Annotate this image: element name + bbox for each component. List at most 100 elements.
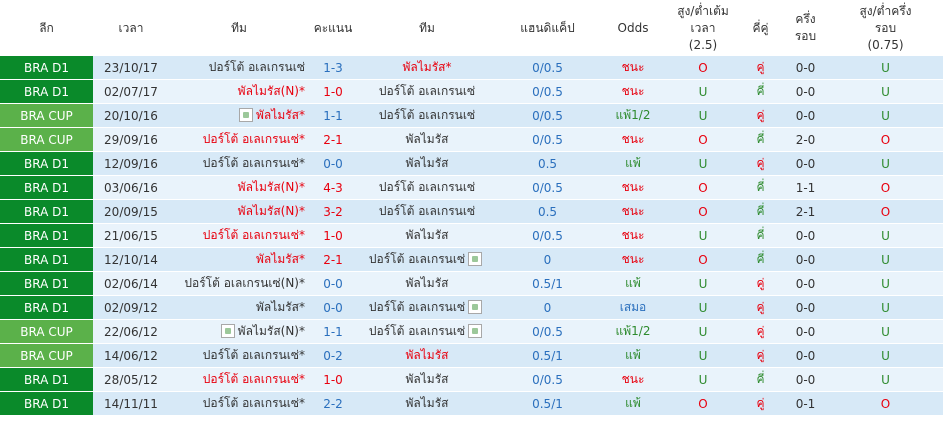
home-team-cell[interactable]: พัลไมรัส* bbox=[169, 103, 309, 128]
score-link[interactable]: 0-2 bbox=[323, 349, 343, 363]
home-team-name[interactable]: พัลไมรัส(N)* bbox=[238, 180, 305, 194]
home-team-name[interactable]: ปอร์โต้ อเลเกรนเซ่ bbox=[209, 60, 305, 74]
score-link[interactable]: 4-3 bbox=[323, 181, 343, 195]
score-link[interactable]: 1-1 bbox=[323, 109, 343, 123]
score-cell[interactable]: 1-0 bbox=[309, 367, 357, 392]
away-team-name[interactable]: พัลไมรัส* bbox=[403, 60, 452, 74]
score-link[interactable]: 2-2 bbox=[323, 397, 343, 411]
league-cell[interactable]: BRA CUP bbox=[0, 127, 93, 152]
league-cell[interactable]: BRA CUP bbox=[0, 319, 93, 344]
score-cell[interactable]: 1-1 bbox=[309, 103, 357, 128]
score-link[interactable]: 1-0 bbox=[323, 229, 343, 243]
home-team-cell[interactable]: ปอร์โต้ อเลเกรนเซ่* bbox=[169, 127, 309, 152]
home-team-name[interactable]: ปอร์โต้ อเลเกรนเซ่(N)* bbox=[184, 276, 305, 290]
score-link[interactable]: 2-1 bbox=[323, 133, 343, 147]
home-team-name[interactable]: พัลไมรัส* bbox=[256, 108, 305, 122]
league-cell[interactable]: BRA D1 bbox=[0, 271, 93, 296]
away-team-cell[interactable]: พัลไมรัส bbox=[357, 343, 497, 368]
home-team-cell[interactable]: ปอร์โต้ อเลเกรนเซ่* bbox=[169, 151, 309, 176]
away-team-cell[interactable]: ปอร์โต้ อเลเกรนเซ่ bbox=[357, 319, 497, 344]
score-cell[interactable]: 2-1 bbox=[309, 247, 357, 272]
score-cell[interactable]: 0-2 bbox=[309, 343, 357, 368]
away-team-cell[interactable]: พัลไมรัส* bbox=[357, 56, 497, 80]
league-cell[interactable]: BRA D1 bbox=[0, 223, 93, 248]
away-team-cell[interactable]: ปอร์โต้ อเลเกรนเซ่ bbox=[357, 79, 497, 104]
away-team-cell[interactable]: ปอร์โต้ อเลเกรนเซ่ bbox=[357, 247, 497, 272]
score-cell[interactable]: 4-3 bbox=[309, 175, 357, 200]
away-team-cell[interactable]: ปอร์โต้ อเลเกรนเซ่ bbox=[357, 103, 497, 128]
league-cell[interactable]: BRA D1 bbox=[0, 295, 93, 320]
away-team-name[interactable]: พัลไมรัส bbox=[406, 132, 449, 146]
away-team-name[interactable]: พัลไมรัส bbox=[406, 228, 449, 242]
home-team-name[interactable]: พัลไมรัส(N)* bbox=[238, 84, 305, 98]
home-team-name[interactable]: ปอร์โต้ อเลเกรนเซ่* bbox=[203, 228, 305, 242]
away-team-cell[interactable]: พัลไมรัส bbox=[357, 151, 497, 176]
home-team-name[interactable]: พัลไมรัส(N)* bbox=[238, 324, 305, 338]
score-cell[interactable]: 1-1 bbox=[309, 319, 357, 344]
home-team-name[interactable]: ปอร์โต้ อเลเกรนเซ่* bbox=[203, 156, 305, 170]
away-team-cell[interactable]: พัลไมรัส bbox=[357, 127, 497, 152]
league-cell[interactable]: BRA D1 bbox=[0, 175, 93, 200]
home-team-cell[interactable]: ปอร์โต้ อเลเกรนเซ่* bbox=[169, 391, 309, 416]
score-cell[interactable]: 1-0 bbox=[309, 223, 357, 248]
score-cell[interactable]: 2-2 bbox=[309, 391, 357, 416]
league-cell[interactable]: BRA D1 bbox=[0, 79, 93, 104]
home-team-cell[interactable]: พัลไมรัส(N)* bbox=[169, 199, 309, 224]
score-link[interactable]: 1-0 bbox=[323, 373, 343, 387]
score-link[interactable]: 1-3 bbox=[323, 61, 343, 75]
away-team-cell[interactable]: พัลไมรัส bbox=[357, 271, 497, 296]
league-cell[interactable]: BRA D1 bbox=[0, 56, 93, 80]
away-team-cell[interactable]: ปอร์โต้ อเลเกรนเซ่ bbox=[357, 175, 497, 200]
home-team-cell[interactable]: พัลไมรัส(N)* bbox=[169, 79, 309, 104]
home-team-cell[interactable]: ปอร์โต้ อเลเกรนเซ่* bbox=[169, 223, 309, 248]
away-team-name[interactable]: ปอร์โต้ อเลเกรนเซ่ bbox=[379, 108, 475, 122]
away-team-cell[interactable]: ปอร์โต้ อเลเกรนเซ่ bbox=[357, 295, 497, 320]
home-team-name[interactable]: พัลไมรัส* bbox=[256, 300, 305, 314]
home-team-cell[interactable]: ปอร์โต้ อเลเกรนเซ่* bbox=[169, 343, 309, 368]
away-team-cell[interactable]: พัลไมรัส bbox=[357, 223, 497, 248]
score-link[interactable]: 0-0 bbox=[323, 301, 343, 315]
score-link[interactable]: 2-1 bbox=[323, 253, 343, 267]
score-cell[interactable]: 0-0 bbox=[309, 295, 357, 320]
score-cell[interactable]: 2-1 bbox=[309, 127, 357, 152]
score-cell[interactable]: 3-2 bbox=[309, 199, 357, 224]
away-team-name[interactable]: พัลไมรัส bbox=[406, 372, 449, 386]
away-team-name[interactable]: ปอร์โต้ อเลเกรนเซ่ bbox=[379, 180, 475, 194]
score-cell[interactable]: 1-3 bbox=[309, 56, 357, 80]
home-team-name[interactable]: ปอร์โต้ อเลเกรนเซ่* bbox=[203, 348, 305, 362]
away-team-cell[interactable]: พัลไมรัส bbox=[357, 391, 497, 416]
away-team-name[interactable]: ปอร์โต้ อเลเกรนเซ่ bbox=[369, 324, 465, 338]
away-team-name[interactable]: ปอร์โต้ อเลเกรนเซ่ bbox=[369, 300, 465, 314]
league-cell[interactable]: BRA D1 bbox=[0, 151, 93, 176]
away-team-cell[interactable]: ปอร์โต้ อเลเกรนเซ่ bbox=[357, 199, 497, 224]
away-team-name[interactable]: พัลไมรัส bbox=[406, 348, 449, 362]
score-cell[interactable]: 0-0 bbox=[309, 151, 357, 176]
score-link[interactable]: 3-2 bbox=[323, 205, 343, 219]
score-link[interactable]: 0-0 bbox=[323, 157, 343, 171]
score-link[interactable]: 1-0 bbox=[323, 85, 343, 99]
home-team-name[interactable]: ปอร์โต้ อเลเกรนเซ่* bbox=[203, 132, 305, 146]
away-team-name[interactable]: พัลไมรัส bbox=[406, 396, 449, 410]
home-team-cell[interactable]: พัลไมรัส(N)* bbox=[169, 319, 309, 344]
league-cell[interactable]: BRA CUP bbox=[0, 343, 93, 368]
home-team-cell[interactable]: ปอร์โต้ อเลเกรนเซ่* bbox=[169, 367, 309, 392]
away-team-name[interactable]: พัลไมรัส bbox=[406, 156, 449, 170]
league-cell[interactable]: BRA CUP bbox=[0, 103, 93, 128]
score-cell[interactable]: 1-0 bbox=[309, 79, 357, 104]
league-cell[interactable]: BRA D1 bbox=[0, 247, 93, 272]
home-team-cell[interactable]: พัลไมรัส* bbox=[169, 247, 309, 272]
home-team-name[interactable]: ปอร์โต้ อเลเกรนเซ่* bbox=[203, 372, 305, 386]
away-team-name[interactable]: ปอร์โต้ อเลเกรนเซ่ bbox=[369, 252, 465, 266]
away-team-cell[interactable]: พัลไมรัส bbox=[357, 367, 497, 392]
away-team-name[interactable]: ปอร์โต้ อเลเกรนเซ่ bbox=[379, 204, 475, 218]
home-team-cell[interactable]: พัลไมรัส* bbox=[169, 295, 309, 320]
home-team-name[interactable]: พัลไมรัส(N)* bbox=[238, 204, 305, 218]
league-cell[interactable]: BRA D1 bbox=[0, 199, 93, 224]
score-link[interactable]: 0-0 bbox=[323, 277, 343, 291]
score-cell[interactable]: 0-0 bbox=[309, 271, 357, 296]
home-team-name[interactable]: ปอร์โต้ อเลเกรนเซ่* bbox=[203, 396, 305, 410]
away-team-name[interactable]: พัลไมรัส bbox=[406, 276, 449, 290]
score-link[interactable]: 1-1 bbox=[323, 325, 343, 339]
home-team-name[interactable]: พัลไมรัส* bbox=[256, 252, 305, 266]
home-team-cell[interactable]: ปอร์โต้ อเลเกรนเซ่ bbox=[169, 56, 309, 80]
